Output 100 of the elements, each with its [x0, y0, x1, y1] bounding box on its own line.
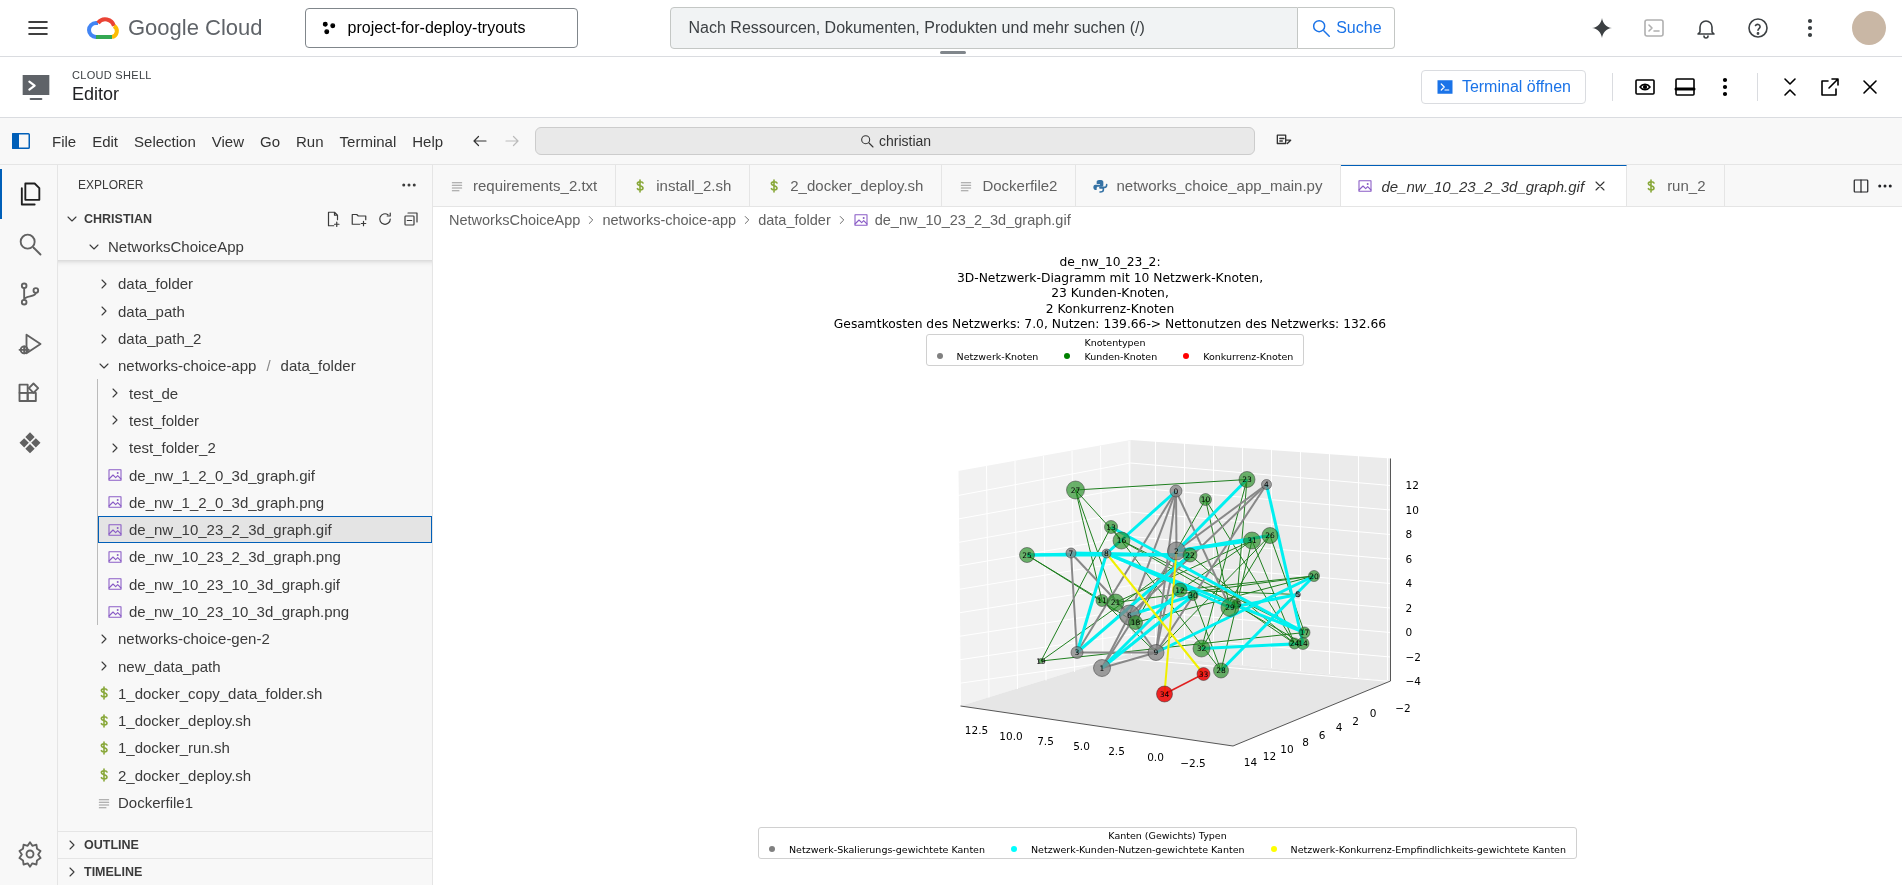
breadcrumb-item[interactable]: networks-choice-app [602, 212, 737, 228]
breadcrumb-item[interactable]: data_folder [758, 212, 831, 228]
drag-handle[interactable] [940, 51, 966, 54]
command-center[interactable]: christian [535, 127, 1256, 155]
breadcrumb-item[interactable]: NetworksChoiceApp [449, 212, 581, 228]
tree-item[interactable]: networks-choice-app / data_folder [58, 352, 432, 380]
axis-tick-label: 12.5 [964, 723, 988, 735]
menu-item[interactable]: Edit [84, 128, 127, 154]
axis-tick-label: 6 [1405, 552, 1412, 564]
axis-tick-label: −2.5 [1179, 756, 1206, 768]
panel-layout-icon[interactable] [1673, 75, 1697, 99]
image-file-icon [1357, 178, 1374, 194]
split-editor-icon[interactable] [1852, 176, 1870, 195]
axis-tick-label: 4 [1335, 720, 1342, 733]
legend-label: Netzwerk-Knoten [956, 350, 1039, 362]
tree-item[interactable]: de_nw_10_23_10_3d_graph.png [98, 597, 432, 626]
tree-item[interactable]: de_nw_10_23_2_3d_graph.gif [98, 515, 432, 544]
image-file-icon [852, 212, 869, 228]
tree-item[interactable]: test_folder [98, 406, 432, 435]
editor-title: Editor [72, 84, 121, 105]
collapse-all-icon[interactable] [402, 210, 420, 228]
image-file-icon [107, 548, 123, 565]
menu-item[interactable]: Terminal [331, 128, 405, 154]
chart-title-line: 3D-Netzwerk-Diagramm mit 10 Netzwerk-Knoten, [956, 270, 1264, 286]
image-file-icon [107, 521, 123, 538]
axis-tick-label: −2 [1405, 650, 1421, 662]
menu-item[interactable]: Selection [126, 128, 204, 154]
section-header[interactable]: OUTLINE [58, 831, 432, 858]
refresh-icon[interactable] [376, 210, 394, 228]
tree-item[interactable]: data_path [58, 297, 432, 325]
tree-item[interactable]: de_nw_10_23_2_3d_graph.png [98, 543, 432, 571]
tree-item[interactable]: test_de [98, 379, 432, 407]
menu-item[interactable]: View [203, 128, 252, 154]
axis-tick-label: −2 [1394, 701, 1411, 714]
axis-tick-label: 10 [1405, 503, 1419, 515]
axis-tick-label: 12 [1262, 749, 1276, 761]
tree-item[interactable]: 1_docker_deploy.sh [58, 707, 432, 735]
legend-label: Kunden-Knoten [1084, 350, 1158, 362]
axis-tick-label: −4 [1405, 674, 1421, 687]
axis-tick-label: 8 [1405, 527, 1412, 540]
section-header[interactable]: TIMELINE [58, 858, 432, 885]
help-icon[interactable] [1746, 16, 1770, 40]
tree-item[interactable]: de_nw_10_23_10_3d_graph.gif [98, 570, 432, 598]
panel-title: EXPLORER [78, 178, 144, 192]
sidebar-toggle-icon[interactable] [10, 130, 32, 152]
chart-title-line: 2 Konkurrenz-Knoten [1045, 301, 1175, 317]
menu-item[interactable]: File [44, 128, 85, 154]
open-in-new-icon[interactable] [1818, 75, 1842, 99]
tree-item[interactable]: networks-choice-gen-2 [58, 625, 432, 653]
axis-tick-label: 0.0 [1146, 750, 1164, 763]
axis-tick-label: 8 [1301, 735, 1309, 747]
cloud-logo-icon [86, 16, 122, 40]
search-query: christian [879, 133, 932, 149]
search-icon [1310, 17, 1333, 39]
tree-item[interactable]: 1_docker_copy_data_folder.sh [58, 679, 432, 708]
open-terminal-button[interactable]: Terminal öffnen [1420, 70, 1586, 104]
tree-item[interactable]: 1_docker_run.sh [58, 734, 432, 762]
image-file-icon [107, 603, 123, 620]
image-file-icon [107, 576, 123, 593]
tree-item[interactable]: de_nw_1_2_0_3d_graph.gif [98, 461, 432, 489]
axis-tick-label: 0 [1405, 625, 1412, 638]
chart-title-line: 23 Kunden-Knoten, [1051, 286, 1169, 302]
product-name: Google Cloud [128, 15, 263, 41]
axis-tick-label: 0 [1369, 706, 1376, 719]
image-file-icon [107, 494, 123, 511]
tree-item[interactable]: Dockerfile1 [58, 788, 432, 817]
axis-tick-label: 7.5 [1036, 734, 1054, 747]
axis-tick-label: 5.0 [1072, 739, 1090, 752]
chart-title-line: de_nw_10_23_2: [1059, 255, 1161, 271]
legend-title: Knotentypen [1084, 336, 1146, 348]
menu-item[interactable]: Help [404, 128, 452, 154]
legend-label: Netzwerk-Kunden-Nutzen-gewichtete Kanten [1031, 843, 1245, 855]
axis-tick-label: 10 [1279, 742, 1294, 754]
axis-tick-label: 2.5 [1107, 744, 1125, 757]
tree-item[interactable]: test_folder_2 [98, 434, 432, 462]
legend-label: Netzwerk-Konkurrenz-Empfindlichkeits-gewichtete Kanten [1290, 843, 1566, 855]
project-picker[interactable]: project-for-deploy-tryouts [304, 8, 578, 48]
tree-item[interactable]: data_folder [58, 270, 432, 298]
tree-item[interactable]: NetworksChoiceApp [58, 233, 432, 261]
tree-item[interactable]: new_data_path [58, 652, 432, 680]
search-field[interactable]: Nach Ressourcen, Dokumenten, Produkten und mehr suchen (/) [669, 7, 1299, 49]
search-icon [859, 133, 875, 149]
axis-tick-label: 6 [1318, 728, 1325, 740]
editor-tab[interactable]: de_nw_10_23_2_3d_graph.gif [1341, 165, 1628, 206]
chart-title-line: Gesamtkosten des Netzwerks: 7.0, Nutzen: 139.66-> Nettonutzen des Netzwerks: 132.66 [833, 317, 1387, 333]
search-button[interactable]: Suche [1298, 7, 1395, 49]
menu-item[interactable]: Run [288, 128, 332, 154]
axis-tick-label: 12 [1405, 478, 1419, 491]
image-file-icon [107, 467, 123, 483]
tree-item[interactable]: de_nw_1_2_0_3d_graph.png [98, 488, 432, 516]
axis-tick-label: 2 [1405, 601, 1412, 613]
section-label: CLOUD SHELL [72, 69, 152, 81]
breadcrumb-item[interactable]: de_nw_10_23_2_3d_graph.gif [852, 212, 1071, 228]
axis-tick-label: 10.0 [998, 729, 1023, 741]
axis-tick-label: 2 [1351, 714, 1359, 726]
terminal-icon [1435, 78, 1454, 96]
tree-item[interactable]: data_path_2 [58, 324, 432, 353]
menu-item[interactable]: Go [252, 128, 288, 154]
axis-tick-label: 14 [1243, 755, 1257, 768]
tree-item[interactable]: 2_docker_deploy.sh [58, 761, 432, 789]
